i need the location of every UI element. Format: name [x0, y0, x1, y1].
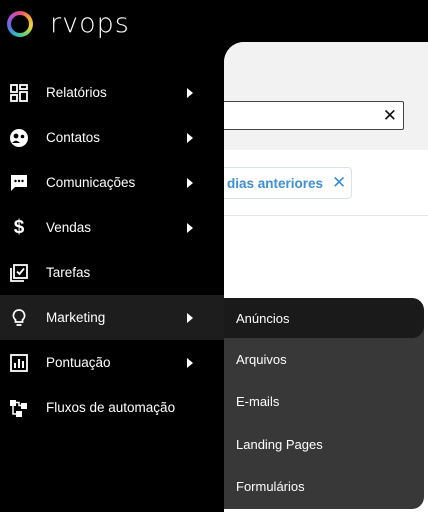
sidebar-item-label: Contatos [46, 130, 101, 145]
sidebar-item-label: Comunicações [46, 175, 136, 190]
chevron-right-icon [187, 133, 193, 143]
dollar-icon: $ [13, 216, 25, 238]
sidebar-item-tarefas[interactable]: Tarefas [0, 250, 224, 295]
bar-chart-icon [8, 352, 30, 374]
sidebar-item-label: Relatórios [46, 85, 107, 100]
app-root: ✕ dias anteriores ✕ rvops Relatórios Con… [0, 0, 428, 512]
sidebar-item-label: Vendas [46, 220, 92, 235]
lightbulb-icon [8, 307, 30, 329]
search-input[interactable]: ✕ [224, 101, 404, 130]
submenu-item-formularios[interactable]: Formulários [224, 466, 424, 509]
chevron-right-icon [187, 313, 193, 323]
chevron-right-icon [187, 358, 193, 368]
sidebar-item-comunicacoes[interactable]: Comunicações [0, 160, 224, 205]
sidebar-item-marketing[interactable]: Marketing [0, 295, 224, 340]
submenu-item-arquivos[interactable]: Arquivos [224, 338, 424, 381]
submenu-item-e-mails[interactable]: E-mails [224, 381, 424, 424]
main-header: ✕ [224, 42, 428, 150]
sidebar-item-pontuacao[interactable]: Pontuação [0, 340, 224, 385]
brand-name: rvops [50, 8, 130, 39]
submenu-item-anuncios[interactable]: Anúncios [224, 298, 424, 338]
marketing-submenu: Anúncios Arquivos E-mails Landing Pages … [224, 298, 424, 509]
sidebar-nav: Relatórios Contatos Comunicações $ Venda… [0, 70, 224, 430]
chevron-right-icon [187, 223, 193, 233]
submenu-item-landing-pages[interactable]: Landing Pages [224, 423, 424, 466]
chevron-right-icon [187, 178, 193, 188]
clear-search-icon[interactable]: ✕ [383, 105, 397, 127]
filter-chip-label: dias anteriores [227, 175, 324, 191]
sidebar-item-relatorios[interactable]: Relatórios [0, 70, 224, 115]
sidebar-item-contatos[interactable]: Contatos [0, 115, 224, 160]
sidebar-item-vendas[interactable]: $ Vendas [0, 205, 224, 250]
reports-grid-icon [8, 82, 30, 104]
sidebar-item-fluxos-de-automacao[interactable]: Fluxos de automação [0, 385, 224, 430]
sidebar-item-label: Tarefas [46, 265, 91, 280]
date-filter-chip[interactable]: dias anteriores ✕ [224, 167, 352, 199]
filter-area: dias anteriores ✕ [224, 150, 428, 216]
tasks-check-icon [8, 262, 30, 284]
chevron-right-icon [187, 88, 193, 98]
contacts-icon [8, 127, 30, 149]
close-icon[interactable]: ✕ [332, 174, 346, 191]
brand-logo[interactable]: rvops [7, 8, 130, 39]
logo-ring-icon [7, 11, 33, 37]
automation-flow-icon [8, 397, 30, 419]
sidebar-item-label: Marketing [46, 310, 106, 325]
chat-icon [8, 172, 30, 194]
sidebar-item-label: Fluxos de automação [46, 400, 176, 415]
sidebar-item-label: Pontuação [46, 355, 111, 370]
